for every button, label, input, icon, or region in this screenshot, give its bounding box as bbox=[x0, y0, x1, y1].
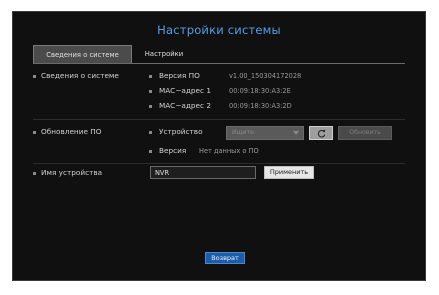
version-label: Версия bbox=[149, 146, 186, 155]
firmware-version-value: v1.00_150304172028 bbox=[229, 72, 302, 80]
device-select-placeholder: Ищите bbox=[232, 129, 254, 136]
chevron-down-icon bbox=[293, 131, 299, 135]
mac-address-1-label: MAC−адрес 1 bbox=[149, 86, 211, 95]
mac-address-1-value: 00:09:18:30:A3:2E bbox=[229, 87, 291, 95]
window-title: Настройки системы bbox=[157, 23, 281, 37]
apply-button[interactable]: Применить bbox=[264, 166, 314, 179]
section-label-device-name: Имя устройства bbox=[33, 168, 102, 177]
tab-bar: Сведения о системе Настройки bbox=[33, 45, 405, 64]
system-settings-window: Настройки системы Сведения о системе Нас… bbox=[12, 11, 426, 281]
update-button[interactable]: Обновить bbox=[338, 126, 392, 140]
device-select[interactable]: Ищите bbox=[226, 126, 304, 140]
refresh-icon bbox=[317, 129, 326, 138]
device-label: Устройство bbox=[149, 127, 203, 136]
tab-system-info[interactable]: Сведения о системе bbox=[33, 45, 132, 63]
firmware-version-label: Версия ПО bbox=[149, 71, 200, 80]
mac-address-2-value: 00:09:18:30:A3:2D bbox=[229, 102, 292, 110]
section-label-firmware-update: Обновление ПО bbox=[33, 127, 101, 136]
section-divider bbox=[33, 119, 405, 120]
refresh-button[interactable] bbox=[309, 126, 333, 140]
version-value: Нет данных о ПО bbox=[199, 147, 259, 155]
section-divider bbox=[33, 163, 405, 164]
section-label-system-info: Сведения о системе bbox=[33, 71, 119, 80]
back-button[interactable]: Возврат bbox=[205, 252, 245, 264]
mac-address-2-label: MAC−адрес 2 bbox=[149, 101, 211, 110]
tab-settings[interactable]: Настройки bbox=[133, 45, 195, 63]
device-name-input[interactable] bbox=[150, 166, 256, 179]
